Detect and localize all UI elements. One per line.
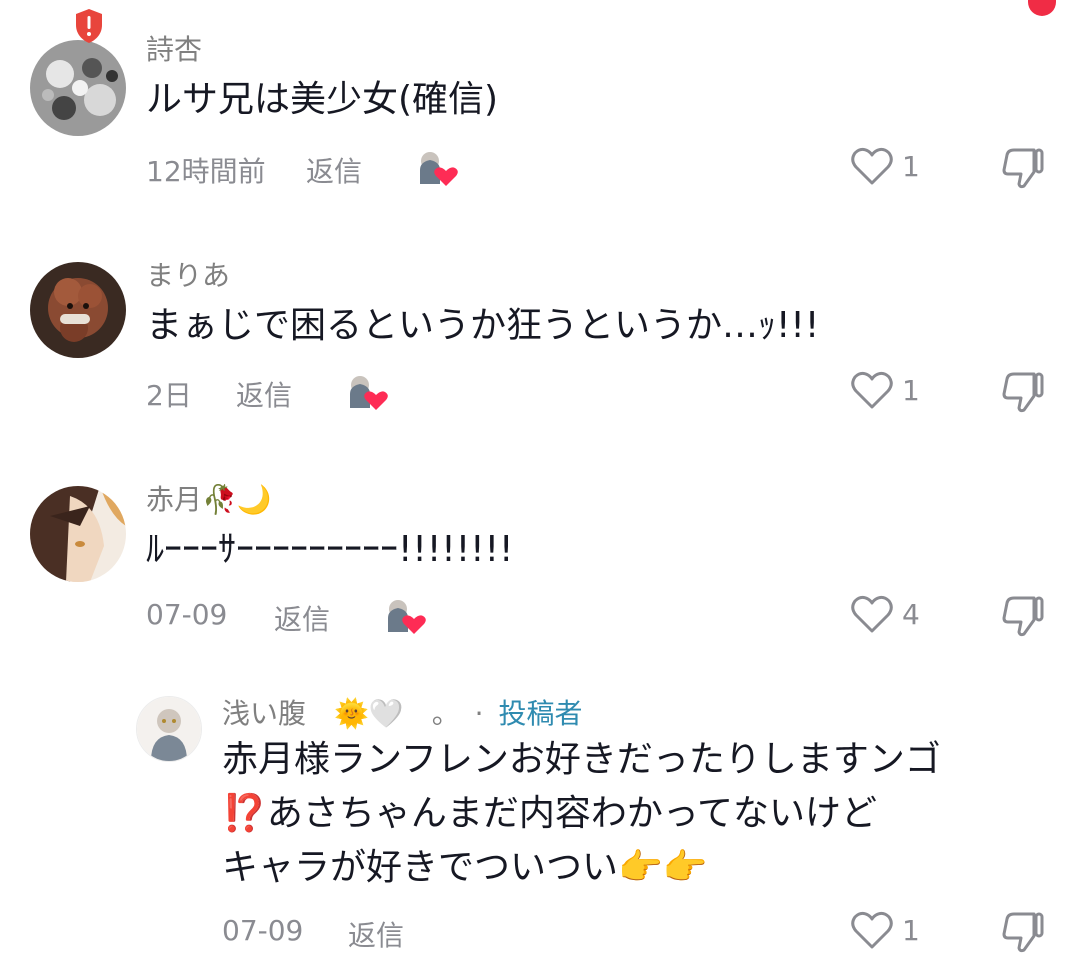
warning-shield-icon [76, 9, 102, 43]
like-count: 1 [902, 373, 920, 407]
like-count: 4 [902, 597, 920, 631]
avatar[interactable] [30, 40, 126, 136]
creator-liked-avatar-icon [388, 600, 426, 634]
avatar[interactable] [30, 262, 126, 358]
avatar[interactable] [136, 696, 202, 762]
heart-outline-icon [851, 595, 893, 633]
reply-text-line: ⁉️あさちゃんまだ内容わかってないけど [222, 793, 878, 834]
comment-username[interactable]: 詩杏 [146, 28, 202, 68]
reply-button[interactable]: 返信 [274, 598, 330, 638]
thumbs-down-icon[interactable] [1000, 910, 1046, 954]
reply-username-text: 浅い腹 🌞🤍 。 [222, 697, 460, 730]
creator-liked-avatar-icon [420, 152, 458, 186]
comment-timestamp: 12時間前 [146, 155, 266, 188]
thumbs-down-icon[interactable] [1000, 594, 1046, 638]
comment-username[interactable]: 赤月🥀🌙 [146, 478, 272, 518]
thumbs-down-icon[interactable] [1000, 146, 1046, 190]
author-label: 投稿者 [498, 697, 583, 730]
comment-timestamp: 07-09 [146, 598, 228, 631]
heart-outline-icon [851, 371, 893, 409]
separator-dot: · [474, 697, 484, 730]
reply-text-line: キャラが好きでついつい👉👉 [222, 847, 708, 888]
reply-button[interactable]: 返信 [306, 150, 362, 190]
like-count: 1 [902, 149, 920, 183]
like-button[interactable]: 1 [850, 370, 920, 410]
reply-button[interactable]: 返信 [348, 914, 404, 954]
like-count: 1 [902, 913, 920, 947]
like-button[interactable]: 4 [850, 594, 920, 634]
notification-dot [1028, 0, 1056, 16]
avatar[interactable] [30, 486, 126, 582]
heart-outline-icon [851, 911, 893, 949]
comment-username[interactable]: まりあ [146, 254, 230, 294]
comment-text: まぁじで困るというか狂うというか…ｯ!!! [146, 305, 820, 346]
like-button[interactable]: 1 [850, 146, 920, 186]
reply-username[interactable]: 浅い腹 🌞🤍 。 · 投稿者 [222, 692, 582, 732]
heart-outline-icon [851, 147, 893, 185]
comment-text: ﾙｰｰｰｻｰｰｰｰｰｰｰｰｰ!!!!!!!! [146, 529, 514, 570]
comment-text: ルサ兄は美少女(確信) [146, 79, 499, 120]
reply-text-line: 赤月様ランフレンお好きだったりしますンゴ [222, 739, 941, 780]
thumbs-down-icon[interactable] [1000, 370, 1046, 414]
reply-button[interactable]: 返信 [236, 374, 292, 414]
comment-timestamp: 2日 [146, 379, 192, 412]
creator-liked-avatar-icon [350, 376, 388, 410]
like-button[interactable]: 1 [850, 910, 920, 950]
reply-timestamp: 07-09 [222, 914, 304, 947]
